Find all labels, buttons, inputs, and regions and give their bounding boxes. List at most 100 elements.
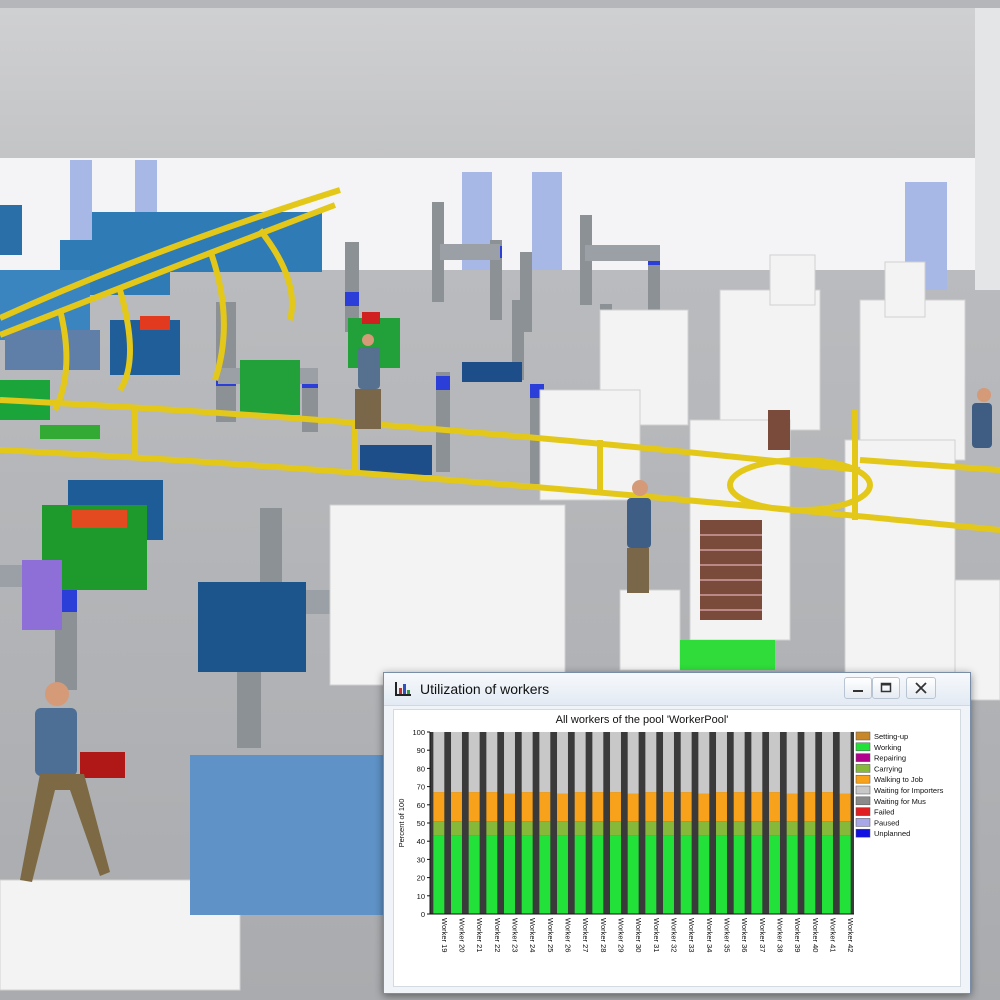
y-tick-label: 80 (417, 764, 425, 773)
close-button[interactable] (906, 677, 936, 699)
bar-segment (557, 732, 568, 794)
bar-segment (663, 732, 674, 793)
window-title: Utilization of workers (420, 681, 550, 697)
x-tick-label: Worker 27 (581, 918, 590, 952)
bar-segment (680, 732, 692, 793)
x-tick-label: Worker 28 (599, 918, 608, 952)
bar-segment (521, 821, 533, 836)
ceiling-panel (0, 8, 975, 158)
bar-segment (839, 732, 851, 794)
bar-segment (592, 732, 604, 793)
bar-segment (592, 835, 604, 914)
bar-segment (804, 835, 816, 914)
legend-swatch (855, 796, 871, 806)
bar-segment (786, 732, 798, 794)
utilization-chart: All workers of the pool 'WorkerPool' Work… (397, 714, 944, 952)
x-tick-label: Worker 34 (705, 918, 714, 952)
bar-segment (839, 835, 851, 914)
bar-segment (521, 835, 533, 914)
x-tick-label: Worker 24 (528, 918, 537, 952)
bar-segment (733, 792, 745, 822)
bar-segment (468, 835, 480, 914)
bar-segment (433, 835, 445, 914)
bar-segment (451, 792, 462, 822)
utilization-window[interactable]: Utilization of workers All workers of th… (383, 672, 971, 994)
legend-label: Working (874, 743, 901, 752)
x-tick-label: Worker 32 (670, 918, 679, 952)
bar-segment (468, 732, 480, 793)
x-tick-label: Worker 33 (687, 918, 696, 952)
legend-swatch (855, 828, 871, 838)
x-tick-label: Worker 35 (723, 918, 732, 952)
legend-label: Repairing (874, 754, 906, 763)
legend-swatch (855, 785, 871, 795)
bar-segment (769, 792, 780, 822)
bar-segment (610, 821, 621, 836)
bar-segment (433, 792, 445, 822)
y-axis-label: Percent of 100 (397, 799, 406, 848)
bar-segment (486, 792, 498, 822)
x-tick-label: Worker 31 (652, 918, 661, 952)
bar-segment (698, 793, 710, 822)
x-tick-label: Worker 40 (811, 918, 820, 952)
bar-segment (645, 835, 657, 914)
bar-segment (627, 732, 639, 794)
bar-segment (539, 792, 551, 822)
y-tick-label: 40 (417, 837, 425, 846)
legend-label: Waiting for Importers (874, 786, 944, 795)
bar-segment (451, 821, 462, 836)
bar-segment (592, 792, 604, 822)
y-tick-label: 70 (417, 783, 425, 792)
bar-segment (698, 821, 710, 836)
bar-segment (645, 821, 657, 836)
x-tick-label: Worker 36 (740, 918, 749, 952)
bar-segment (468, 792, 480, 822)
x-tick-label: Worker 37 (758, 918, 767, 952)
bar-segment (468, 821, 480, 836)
bar-segment (663, 821, 674, 836)
bar-segment (680, 835, 692, 914)
bar-segment (786, 835, 798, 914)
y-tick-label: 50 (417, 819, 425, 828)
y-tick-label: 90 (417, 746, 425, 755)
bar-segment (610, 792, 621, 822)
bar-segment (822, 792, 833, 822)
bar-segment (574, 821, 586, 836)
bar-segment (769, 732, 780, 793)
bar-segment (716, 792, 727, 822)
bar-segment (804, 732, 816, 793)
bar-segment (627, 793, 639, 822)
bar-segment (610, 835, 621, 914)
bar-segment (574, 732, 586, 793)
chart-area: All workers of the pool 'WorkerPool' Work… (393, 709, 961, 987)
x-tick-label: Worker 30 (634, 918, 643, 952)
bar-segment (627, 821, 639, 836)
window-titlebar[interactable]: Utilization of workers (384, 673, 970, 706)
x-tick-label: Worker 26 (564, 918, 573, 952)
maximize-button[interactable] (872, 677, 900, 699)
bar-segment (733, 821, 745, 836)
bar-chart-icon (394, 681, 412, 697)
x-tick-label: Worker 41 (829, 918, 838, 952)
bar-segment (486, 732, 498, 793)
bar-segment (769, 821, 780, 836)
legend-swatch (855, 753, 871, 762)
bar-segment (433, 732, 445, 793)
legend-swatch (855, 807, 871, 816)
legend-swatch (855, 731, 871, 741)
bar-segment (557, 835, 568, 914)
bar-segment (539, 835, 551, 914)
bar-segment (557, 821, 568, 836)
minimize-button[interactable] (844, 677, 872, 699)
bar-segment (486, 835, 498, 914)
legend-label: Carrying (874, 764, 902, 773)
bar-segment (504, 821, 515, 836)
close-icon (915, 682, 927, 694)
legend-label: Failed (874, 808, 894, 817)
y-tick-label: 0 (421, 910, 425, 919)
bar-segment (751, 821, 763, 836)
bar-segment (822, 732, 833, 793)
bar-segment (716, 732, 727, 793)
bar-segment (451, 835, 462, 914)
bar-segment (504, 732, 515, 794)
